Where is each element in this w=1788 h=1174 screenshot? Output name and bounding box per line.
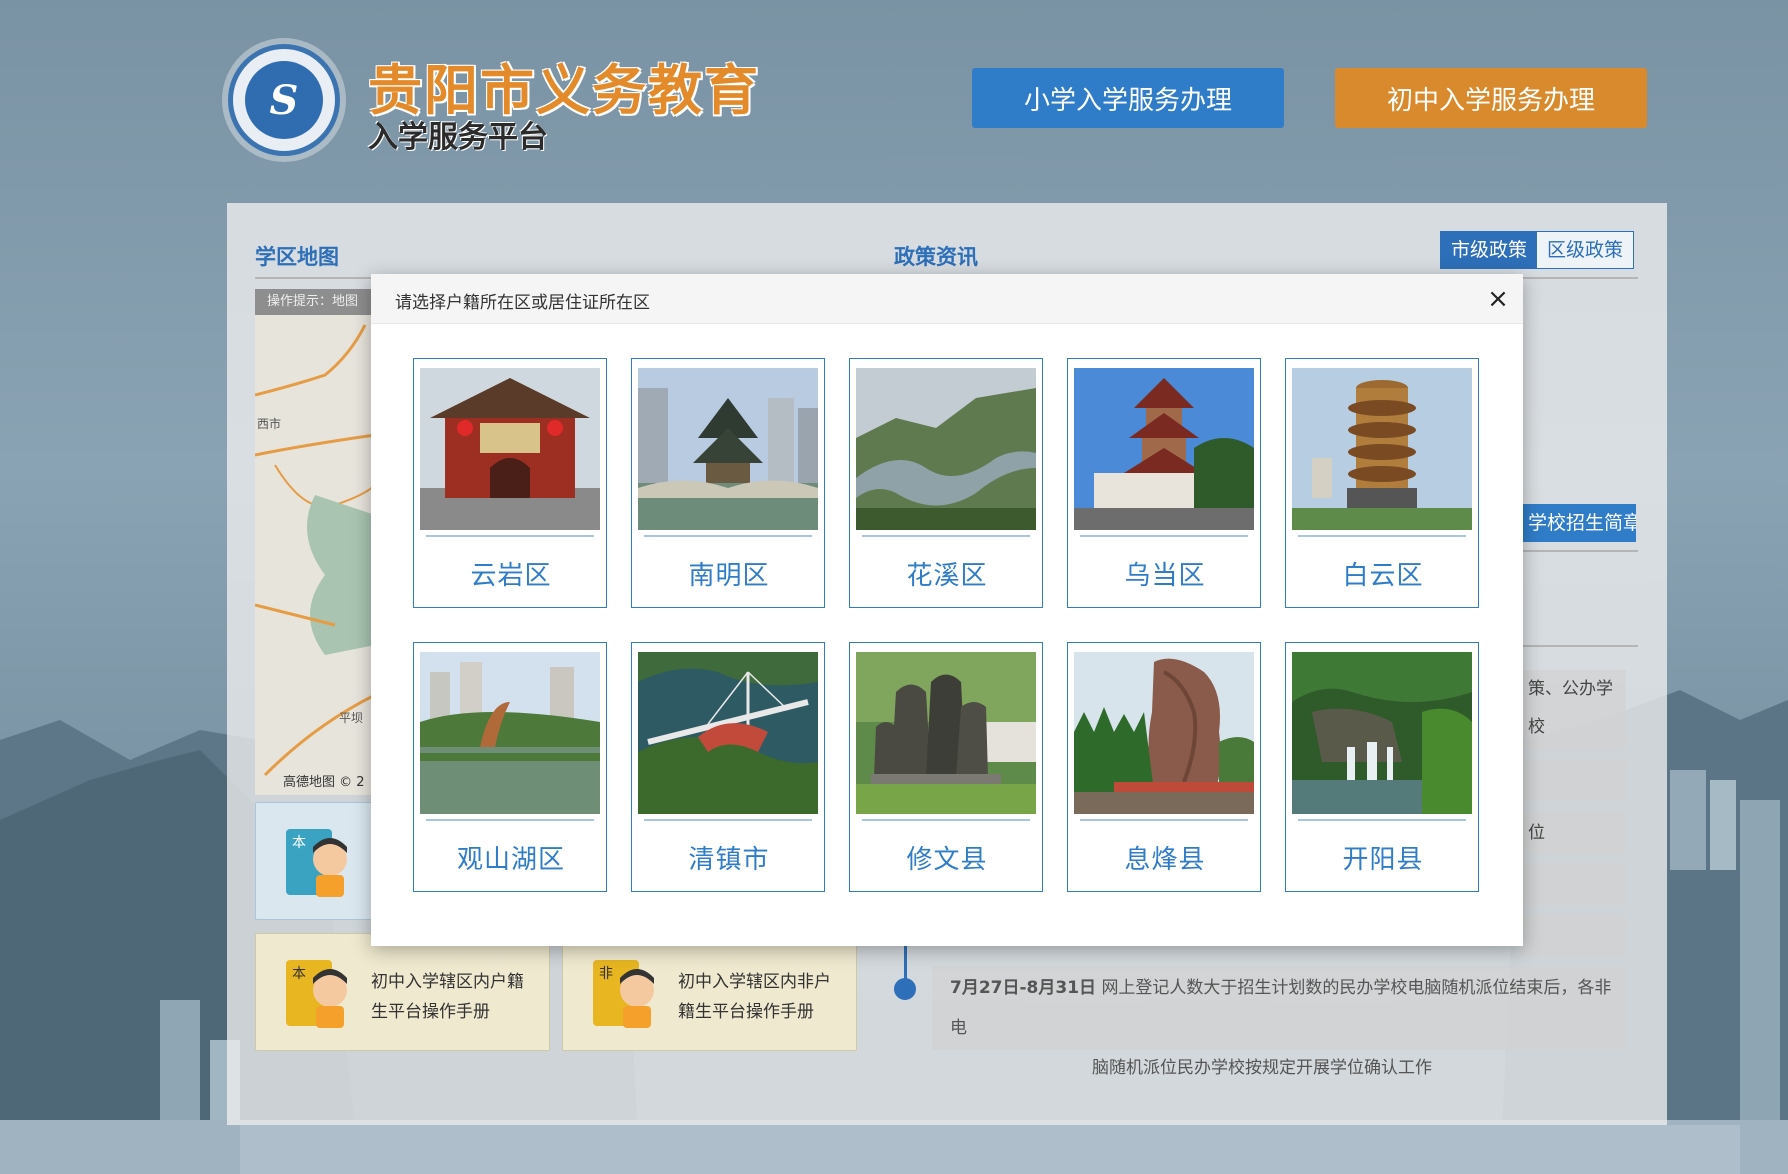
district-name: 花溪区 <box>906 561 988 591</box>
district-card-xifeng[interactable]: 息烽县 <box>1067 642 1261 892</box>
primary-school-enroll-button[interactable]: 小学入学服务办理 <box>972 68 1284 128</box>
close-icon[interactable]: × <box>1483 284 1513 314</box>
policy-snippet-blank <box>1520 760 1626 800</box>
news-divider <box>1520 645 1638 647</box>
middle-school-enroll-button[interactable]: 初中入学服务办理 <box>1335 68 1647 128</box>
timeline-text-2: 脑随机派位民办学校按规定开展学位确认工作 <box>1092 1058 1432 1078</box>
bridge-lake-photo <box>638 652 818 814</box>
district-card-huaxi[interactable]: 花溪区 <box>849 358 1043 608</box>
river-valley-photo <box>856 368 1036 530</box>
district-name: 云岩区 <box>470 561 552 591</box>
modal-header: 请选择户籍所在区或居住证所在区 × <box>371 274 1523 324</box>
district-name: 开阳县 <box>1342 845 1424 875</box>
guide-card-nonlocal[interactable]: 非 初中入学辖区内非户 籍生平台操作手册 <box>562 933 857 1051</box>
timeline-dot <box>894 978 916 1000</box>
card-divider <box>426 819 594 821</box>
district-card-qingzhen[interactable]: 清镇市 <box>631 642 825 892</box>
round-tower-photo <box>1292 368 1472 530</box>
svg-text:本: 本 <box>292 835 306 851</box>
district-map[interactable]: 西市 平坝 高德地图 © 2 <box>255 315 375 795</box>
waterfall-photo <box>1292 652 1472 814</box>
school-brochure-button[interactable]: 学校招生简章 <box>1520 504 1636 542</box>
district-card-xiuwen[interactable]: 修文县 <box>849 642 1043 892</box>
timeline-item: 7月27日-8月31日 网上登记人数大于招生计划数的民办学校电脑随机派位结束后，… <box>932 966 1626 1078</box>
site-header: S 贵阳市义务教育 入学服务平台 小学入学服务办理 初中入学服务办理 <box>0 0 1788 200</box>
card-divider <box>862 819 1030 821</box>
guide-card-nonlocal-label: 初中入学辖区内非户 籍生平台操作手册 <box>678 967 831 1027</box>
card-divider <box>426 535 594 537</box>
tab-district-policy[interactable]: 区级政策 <box>1537 232 1634 268</box>
jiaxiu-pavilion-photo <box>638 368 818 530</box>
map-label-xishi: 西市 <box>257 417 282 431</box>
brochure-divider <box>1520 550 1638 552</box>
district-name: 修文县 <box>906 845 988 875</box>
guide-card-nonlocal-line2: 籍生平台操作手册 <box>678 1002 814 1022</box>
card-divider <box>644 535 812 537</box>
district-name: 白云区 <box>1342 561 1424 591</box>
timeline-line <box>904 946 907 980</box>
card-divider <box>1080 819 1248 821</box>
student-local-icon: 本 <box>286 960 347 1028</box>
district-name: 息烽县 <box>1124 845 1206 875</box>
district-card-wudang[interactable]: 乌当区 <box>1067 358 1261 608</box>
district-name: 观山湖区 <box>456 845 565 875</box>
modal-title: 请选择户籍所在区或居住证所在区 <box>395 293 650 313</box>
pagoda-tower-photo <box>1074 368 1254 530</box>
district-name: 清镇市 <box>688 845 770 875</box>
map-label-pingba: 平坝 <box>339 711 364 725</box>
student-icon: 本 <box>286 829 347 897</box>
district-name: 乌当区 <box>1124 561 1206 591</box>
card-divider <box>862 535 1030 537</box>
map-section-title: 学区地图 <box>255 245 339 269</box>
policy-snippet-blank-2 <box>1520 864 1626 906</box>
svg-text:本: 本 <box>292 966 306 982</box>
logo-icon: S <box>245 61 323 139</box>
policy-snippet-blank-3 <box>1520 914 1626 956</box>
district-select-modal: 请选择户籍所在区或居住证所在区 × 云岩区 南明区 花溪区 乌当区 白云区 观山… <box>371 274 1523 946</box>
guide-card-local-label: 初中入学辖区内户籍 生平台操作手册 <box>371 967 524 1027</box>
guide-card-top[interactable]: 本 <box>255 802 375 920</box>
arch-gate-photo <box>420 368 600 530</box>
policy-snippet-1[interactable]: 策、公办学校 <box>1520 670 1626 750</box>
district-card-nanming[interactable]: 南明区 <box>631 358 825 608</box>
district-card-kaiyang[interactable]: 开阳县 <box>1285 642 1479 892</box>
map-title-divider <box>255 277 371 279</box>
lake-park-photo <box>420 652 600 814</box>
policy-tabs: 市级政策 区级政策 <box>1440 231 1635 269</box>
timeline-date: 7月27日-8月31日 <box>950 978 1097 998</box>
district-card-guanshanhu[interactable]: 观山湖区 <box>413 642 607 892</box>
guide-card-local-line2: 生平台操作手册 <box>371 1002 490 1022</box>
statue-group-photo <box>856 652 1036 814</box>
guide-card-local[interactable]: 本 初中入学辖区内户籍 生平台操作手册 <box>255 933 550 1051</box>
district-name: 南明区 <box>688 561 770 591</box>
policy-snippet-2[interactable]: 位 <box>1520 812 1626 854</box>
brand-subtitle: 入学服务平台 <box>368 120 548 155</box>
logo-emblem: S <box>228 44 340 156</box>
rock-monument-photo <box>1074 652 1254 814</box>
district-card-baiyun[interactable]: 白云区 <box>1285 358 1479 608</box>
card-divider <box>1298 819 1466 821</box>
card-divider <box>1298 535 1466 537</box>
map-attribution: 高德地图 © 2 <box>283 775 365 790</box>
student-nonlocal-icon: 非 <box>593 960 654 1028</box>
guide-card-local-line1: 初中入学辖区内户籍 <box>371 972 524 992</box>
tab-city-policy[interactable]: 市级政策 <box>1441 232 1538 268</box>
card-divider <box>644 819 812 821</box>
guide-card-nonlocal-line1: 初中入学辖区内非户 <box>678 972 831 992</box>
map-hint: 操作提示：地图 <box>255 289 375 315</box>
district-card-yunyan[interactable]: 云岩区 <box>413 358 607 608</box>
policy-section-title: 政策资讯 <box>894 245 978 269</box>
svg-text:非: 非 <box>599 966 613 982</box>
card-divider <box>1080 535 1248 537</box>
